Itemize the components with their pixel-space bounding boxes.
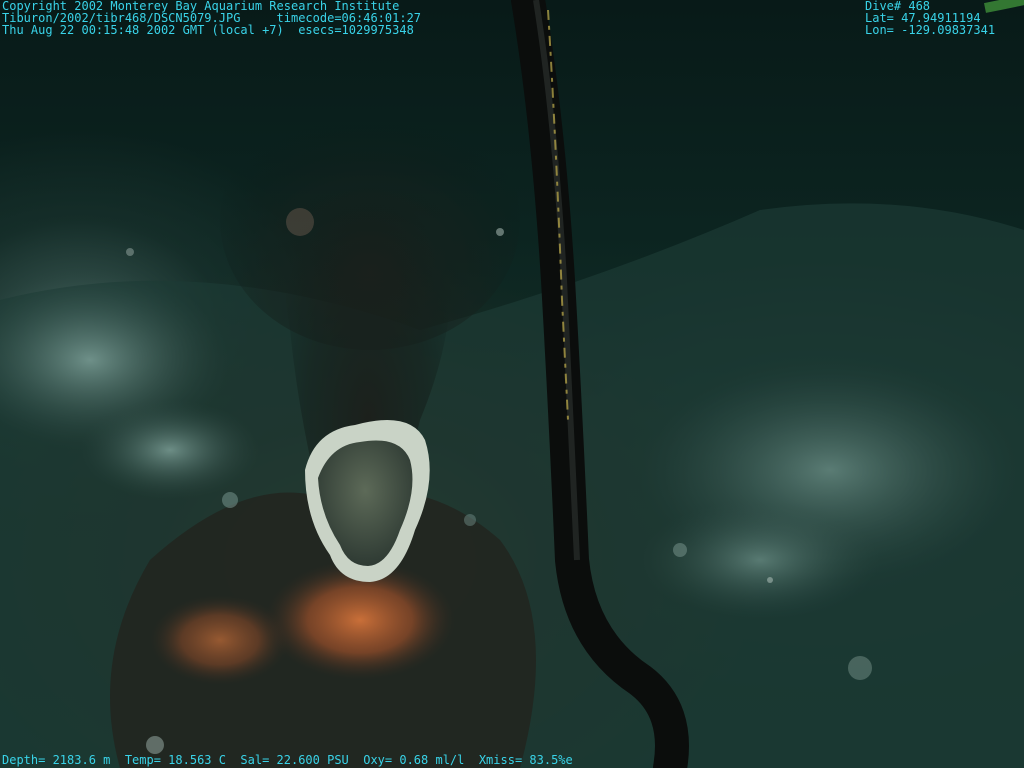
sensor-readout: Depth= 2183.6 m Temp= 18.563 C Sal= 22.6… — [2, 753, 573, 767]
bacterial-mat-left — [150, 595, 290, 685]
top-right-overlay: Dive# 468 Lat= 47.94911194 Lon= -129.09837… — [865, 0, 995, 36]
gravel-patch-right-lower — [640, 500, 880, 620]
seafloor-vent-photo: Copyright 2002 Monterey Bay Aquarium Res… — [0, 0, 1024, 768]
scene-illustration — [0, 0, 1024, 768]
smoke-plume-top — [220, 90, 520, 350]
top-left-overlay: Copyright 2002 Monterey Bay Aquarium Res… — [2, 0, 421, 36]
datetime-line: Thu Aug 22 00:15:48 2002 GMT (local +7) … — [2, 23, 414, 37]
gravel-patch-left-lower — [80, 400, 260, 500]
longitude: Lon= -129.09837341 — [865, 23, 996, 37]
